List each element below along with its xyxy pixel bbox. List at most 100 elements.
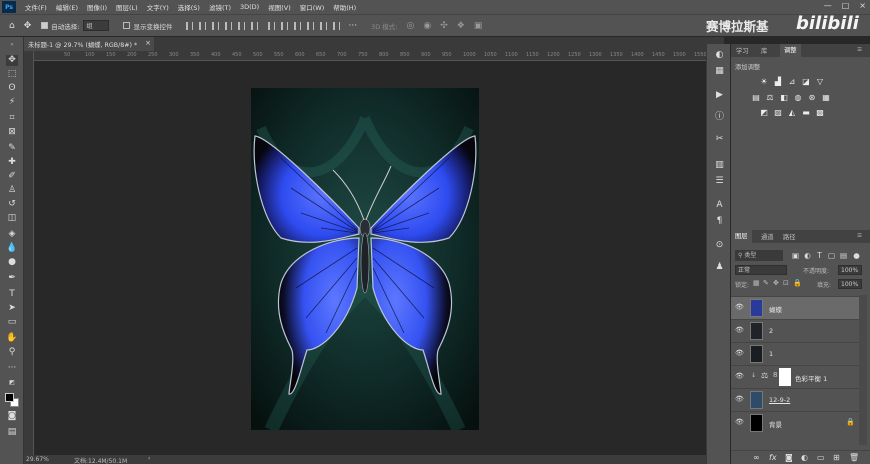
roll-3d-icon[interactable]: ◉: [423, 21, 431, 31]
clone-stamp-tool-icon[interactable]: ♙: [6, 185, 18, 196]
layer-row[interactable]: 👁 12-9-2: [731, 388, 859, 411]
tab-paths[interactable]: 路径: [783, 232, 796, 241]
toolbox-collapse-icon[interactable]: »: [6, 39, 18, 50]
visibility-eye-icon[interactable]: 👁: [735, 326, 744, 334]
visibility-eye-icon[interactable]: 👁: [735, 303, 744, 311]
filter-smart-object-icon[interactable]: ▤: [839, 250, 848, 261]
menu-view[interactable]: 视图(V): [268, 2, 291, 12]
color-lookup-icon[interactable]: ▦: [821, 93, 831, 102]
lock-artboard-icon[interactable]: ⊡: [783, 279, 789, 287]
panel-menu-icon[interactable]: ≡: [857, 46, 862, 53]
status-menu-arrow[interactable]: ›: [148, 455, 150, 462]
filter-pixel-icon[interactable]: ▣: [791, 250, 800, 261]
color-swatches[interactable]: [5, 393, 19, 407]
menu-layer[interactable]: 图层(L): [116, 2, 138, 12]
layer-mask-thumbnail[interactable]: [779, 368, 791, 386]
visibility-eye-icon[interactable]: 👁: [735, 395, 744, 403]
align-bottom-icon[interactable]: [251, 21, 259, 30]
layer-name[interactable]: 色彩平衡 1: [795, 373, 827, 383]
frame-tool-icon[interactable]: ⊠: [6, 127, 18, 138]
close-icon[interactable]: ×: [145, 39, 151, 47]
document-canvas[interactable]: [251, 88, 479, 430]
layer-style-icon[interactable]: fx: [769, 453, 777, 462]
layer-name[interactable]: 2: [769, 327, 773, 335]
distribute-middle-icon[interactable]: [281, 21, 289, 30]
invert-icon[interactable]: ◩: [759, 108, 769, 117]
distribute-right-icon[interactable]: [333, 21, 341, 30]
brush-tool-icon[interactable]: ✐: [6, 171, 18, 182]
history-brush-tool-icon[interactable]: ↺: [6, 199, 18, 210]
visibility-eye-icon[interactable]: 👁: [735, 372, 744, 380]
zoom-tool-icon[interactable]: ⚲: [6, 347, 18, 358]
tab-layers[interactable]: 图层: [731, 230, 752, 243]
posterize-icon[interactable]: ▨: [773, 108, 783, 117]
quick-select-tool-icon[interactable]: ⚡: [6, 97, 18, 108]
menu-filter[interactable]: 滤镜(T): [209, 2, 231, 12]
tab-learn[interactable]: 学习: [736, 46, 749, 55]
layer-name[interactable]: 蝴蝶: [769, 304, 782, 314]
show-transform-checkbox[interactable]: [123, 22, 131, 29]
vibrance-adjust-icon[interactable]: ▽: [815, 77, 825, 86]
healing-brush-tool-icon[interactable]: ✚: [6, 157, 18, 168]
tab-adjustments[interactable]: 调整: [780, 44, 801, 57]
hue-saturation-icon[interactable]: ▤: [751, 93, 761, 102]
navigator-icon[interactable]: ⊙: [714, 240, 725, 251]
menu-type[interactable]: 文字(Y): [147, 2, 169, 12]
align-middle-icon[interactable]: [238, 21, 246, 30]
visibility-eye-icon[interactable]: 👁: [735, 418, 744, 426]
palette-icon[interactable]: ▦: [714, 66, 725, 77]
chain-link-icon[interactable]: 8: [773, 371, 777, 379]
properties-icon[interactable]: ☰: [714, 176, 725, 187]
marquee-tool-icon[interactable]: ⬚: [6, 69, 18, 80]
orbit-3d-icon[interactable]: ◎: [406, 21, 414, 31]
distribute-center-icon[interactable]: [320, 21, 328, 30]
auto-select-dropdown[interactable]: 组: [83, 20, 110, 31]
distribute-bottom-icon[interactable]: [294, 21, 302, 30]
lock-position-icon[interactable]: ✥: [773, 279, 779, 287]
swatches-icon[interactable]: ♟: [714, 262, 725, 273]
menu-window[interactable]: 窗口(W): [300, 2, 325, 12]
curves-adjust-icon[interactable]: ⊿: [787, 77, 797, 86]
menu-edit[interactable]: 编辑(E): [56, 2, 78, 12]
filter-shape-icon[interactable]: ▢: [827, 250, 836, 261]
paint-bucket-tool-icon[interactable]: ◈: [6, 229, 18, 240]
type-tool-icon[interactable]: T: [6, 289, 18, 300]
more-options-icon[interactable]: ···: [348, 21, 357, 31]
document-tab[interactable]: 未标题-1 @ 29.7% (蝴蝶, RGB/8#) * ×: [24, 37, 154, 51]
layer-filter-kind[interactable]: ⚲ 类型: [735, 250, 783, 261]
menu-3d[interactable]: 3D(D): [240, 3, 259, 11]
filter-toggle-icon[interactable]: ●: [852, 250, 861, 261]
layer-name[interactable]: 背景: [769, 419, 782, 429]
lock-pixels-icon[interactable]: ▦: [753, 279, 760, 287]
play-actions-icon[interactable]: ▶: [714, 90, 725, 101]
exposure-adjust-icon[interactable]: ◪: [801, 77, 811, 86]
paragraph-icon[interactable]: ¶: [714, 216, 725, 227]
quick-mask-icon[interactable]: ◙: [6, 411, 18, 422]
adjustment-layer-row[interactable]: 👁 ↓ ⚖ 8 色彩平衡 1: [731, 365, 859, 388]
align-center-icon[interactable]: [199, 21, 207, 30]
align-right-icon[interactable]: [212, 21, 220, 30]
eyedropper-tool-icon[interactable]: ✎: [6, 143, 18, 154]
crop-tool-icon[interactable]: ⌗: [6, 113, 18, 124]
close-button[interactable]: ×: [859, 1, 866, 10]
visibility-eye-icon[interactable]: 👁: [735, 349, 744, 357]
layer-row[interactable]: 👁 蝴蝶: [731, 296, 859, 319]
new-group-icon[interactable]: ▭: [817, 453, 825, 462]
default-colors-icon[interactable]: ◩: [6, 377, 18, 388]
gradient-map-icon[interactable]: ▬: [801, 108, 811, 117]
tab-libraries[interactable]: 库: [761, 46, 767, 55]
photo-filter-icon[interactable]: ◍: [793, 93, 803, 102]
link-layers-icon[interactable]: ∞: [753, 453, 760, 462]
opacity-input[interactable]: 100%: [838, 265, 862, 275]
menu-help[interactable]: 帮助(H): [333, 2, 356, 12]
eraser-tool-icon[interactable]: ◫: [6, 213, 18, 224]
layer-row[interactable]: 👁 背景 🔒: [731, 411, 859, 434]
foreground-color-swatch[interactable]: [5, 393, 14, 402]
blend-mode-select[interactable]: 正常: [735, 265, 787, 275]
lasso-tool-icon[interactable]: ʘ: [6, 83, 18, 94]
delete-layer-icon[interactable]: 🗑: [849, 453, 859, 462]
color-balance-icon[interactable]: ⚖: [765, 93, 775, 102]
color-wheel-icon[interactable]: ◐: [714, 50, 725, 61]
align-left-icon[interactable]: [186, 21, 194, 30]
dodge-tool-icon[interactable]: ●: [6, 257, 18, 268]
